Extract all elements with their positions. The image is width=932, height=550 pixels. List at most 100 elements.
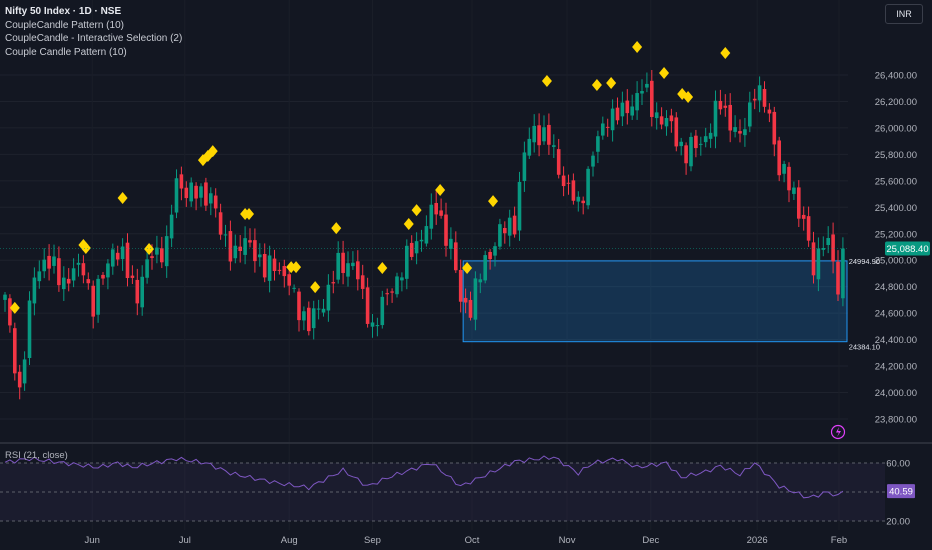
candle-body <box>277 269 282 271</box>
candle-body <box>816 248 821 280</box>
candle-body <box>517 181 522 231</box>
price-axis-label: 26,400.00 <box>875 71 917 82</box>
candle-body <box>841 248 845 299</box>
price-axis-label: 24,600.00 <box>875 309 917 320</box>
pattern-marker-diamond <box>659 67 670 80</box>
candle-body <box>831 234 835 262</box>
candle-body <box>439 210 443 216</box>
candle-body <box>483 255 487 281</box>
pattern-marker-diamond <box>144 242 155 255</box>
candle-body <box>650 80 654 117</box>
candle-body <box>522 152 527 181</box>
time-axis-label: Nov <box>559 535 576 546</box>
candle-body <box>782 163 786 174</box>
candle-body <box>370 322 375 327</box>
candle-body <box>787 166 791 191</box>
candle-body <box>228 231 233 262</box>
candle-body <box>140 276 144 308</box>
candle-body <box>150 256 154 259</box>
candle-body <box>253 240 257 262</box>
indicator-label[interactable]: CoupleCandle Pattern (10) <box>5 19 182 33</box>
candle-body <box>86 279 91 284</box>
candle-body <box>179 174 184 189</box>
candle-body <box>669 115 674 122</box>
candle-body <box>586 168 590 206</box>
candle-body <box>326 284 331 311</box>
candle-body <box>811 242 816 276</box>
candle-body <box>209 193 213 204</box>
candle-body <box>258 254 262 258</box>
pattern-marker-diamond <box>632 40 643 53</box>
candle-body <box>743 129 747 136</box>
currency-button[interactable]: INR <box>885 4 923 24</box>
time-axis-label: Aug <box>281 535 298 546</box>
rsi-legend[interactable]: RSI (21, close) <box>5 450 68 461</box>
candle-body <box>57 258 61 286</box>
candle-body <box>164 236 169 267</box>
candle-body <box>767 109 772 114</box>
candle-body <box>17 371 22 388</box>
candle-body <box>556 149 561 175</box>
candle-body <box>468 299 473 318</box>
candle-body <box>248 240 252 243</box>
candle-body <box>512 215 517 235</box>
candle-body <box>233 245 238 259</box>
pattern-marker-diamond <box>377 262 388 275</box>
candle-body <box>561 175 566 187</box>
candle-body <box>37 271 42 282</box>
candle-body <box>321 308 326 313</box>
price-axis-label: 25,000.00 <box>875 256 917 267</box>
time-axis-label: Dec <box>642 535 659 546</box>
rsi-axis-label: 60.00 <box>886 459 910 470</box>
zone-top-label: 24994.90 <box>849 257 880 266</box>
candle-body <box>645 83 649 88</box>
candle-body <box>797 187 801 219</box>
candle-body <box>537 125 541 146</box>
candle-body <box>160 248 164 263</box>
candle-body <box>184 187 189 199</box>
candle-body <box>801 214 806 219</box>
candle-body <box>703 136 708 143</box>
price-axis-label: 24,000.00 <box>875 388 917 399</box>
indicator-label[interactable]: CoupleCandle - Interactive Selection (2) <box>5 32 182 46</box>
price-axis-label: 25,800.00 <box>875 150 917 161</box>
time-axis-label: Jun <box>85 535 100 546</box>
time-axis-label: Sep <box>364 535 381 546</box>
candle-body <box>449 238 453 249</box>
candle-body <box>47 255 51 269</box>
time-axis-label: Feb <box>831 535 847 546</box>
candle-body <box>610 108 615 131</box>
candle-body <box>527 138 532 156</box>
candle-body <box>429 204 434 229</box>
candle-body <box>375 325 380 327</box>
candle-body <box>169 214 174 239</box>
candle-body <box>346 263 350 277</box>
price-chart[interactable]: 26,400.00 26,200.00 26,000.00 25,800.00 25,6… <box>0 0 932 550</box>
candle-body <box>213 195 218 209</box>
candle-body <box>27 300 32 359</box>
time-axis-label: Jul <box>179 535 191 546</box>
candle-body <box>542 127 546 142</box>
candle-body <box>694 135 698 149</box>
candle-body <box>62 277 66 290</box>
candle-body <box>757 85 762 101</box>
candle-body <box>748 102 752 127</box>
candle-body <box>282 265 287 277</box>
candle-body <box>552 145 556 147</box>
candle-body <box>130 275 135 278</box>
candle-body <box>42 259 46 272</box>
symbol-title[interactable]: Nifty 50 Index · 1D · NSE <box>5 5 182 19</box>
candle-body <box>806 216 811 241</box>
candle-body <box>601 123 605 136</box>
candle-body <box>174 178 179 213</box>
candle-body <box>71 268 76 281</box>
candle-body <box>400 277 404 281</box>
candle-body <box>507 217 512 236</box>
candle-body <box>32 277 37 304</box>
candle-body <box>728 104 732 131</box>
zone-bottom-label: 24384.10 <box>849 343 880 352</box>
candle-body <box>267 255 272 281</box>
indicator-label[interactable]: Couple Candle Pattern (10) <box>5 46 182 60</box>
pattern-marker-diamond <box>720 47 731 60</box>
pattern-marker-diamond <box>591 79 602 92</box>
